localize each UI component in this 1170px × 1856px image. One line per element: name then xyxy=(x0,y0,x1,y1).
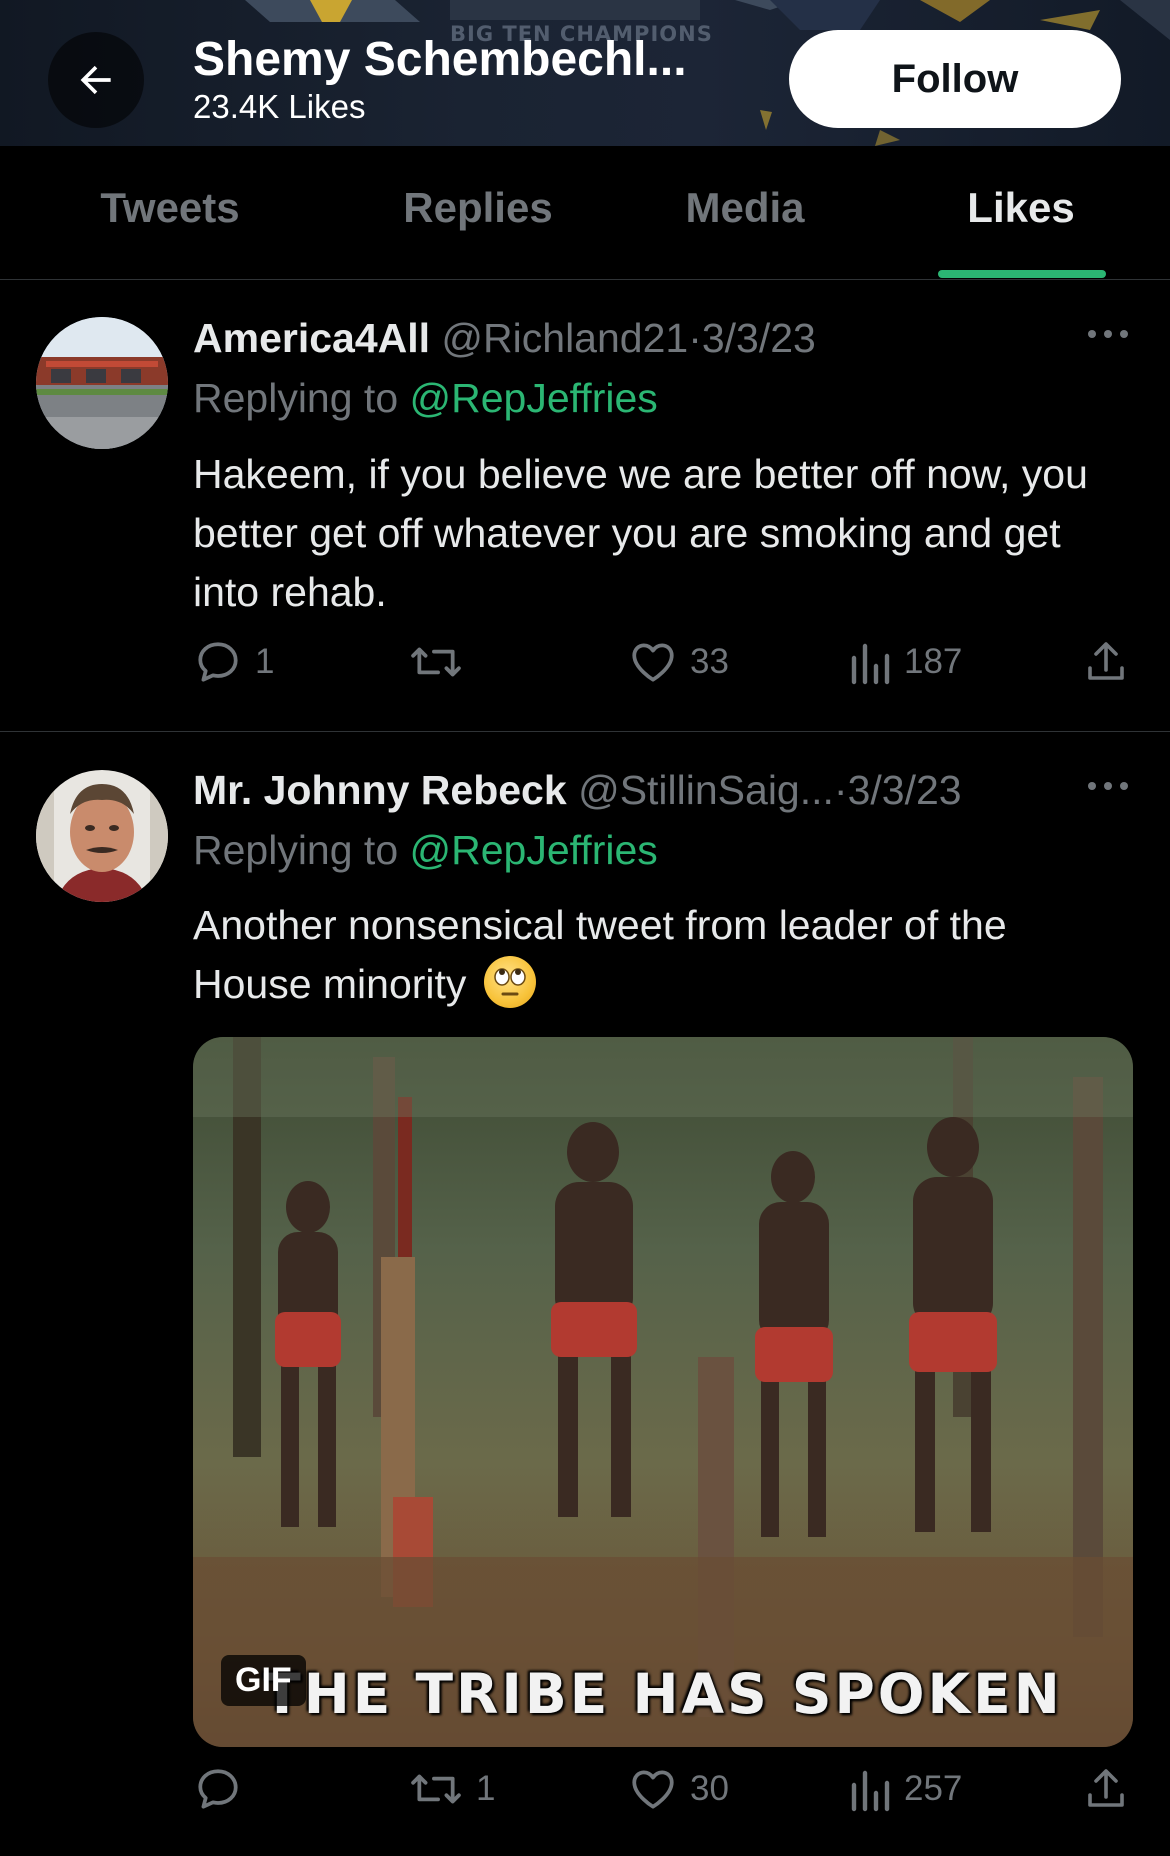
tab-likes[interactable]: Likes xyxy=(967,184,1074,232)
tweet[interactable]: Mr. Johnny Rebeck @StillinSaig...·3/3/23… xyxy=(0,732,1170,1856)
tweet-text: Hakeem, if you believe we are better off… xyxy=(193,451,1088,615)
back-button[interactable] xyxy=(48,32,144,128)
profile-header: BIG TEN CHAMPIONS Shemy Schembechl... 23… xyxy=(0,0,1170,146)
gif-caption: THE TRIBE HAS SPOKEN xyxy=(263,1662,1063,1726)
like-icon xyxy=(632,1770,674,1809)
tweet-header: America4All @Richland21·3/3/23 xyxy=(193,315,816,362)
more-icon[interactable] xyxy=(1086,776,1130,796)
share-button[interactable] xyxy=(1082,1764,1130,1814)
tab-media[interactable]: Media xyxy=(685,184,804,232)
share-button[interactable] xyxy=(1082,637,1130,687)
like-button[interactable]: 30 xyxy=(628,1764,729,1814)
reply-count: 1 xyxy=(255,642,275,681)
replying-to: Replying to @RepJeffries xyxy=(193,827,658,874)
likes-count: 23.4K Likes xyxy=(193,88,366,125)
retweet-count: 1 xyxy=(476,1769,496,1808)
author-handle[interactable]: @StillinSaig... xyxy=(578,767,834,813)
gif-media[interactable]: THE TRIBE HAS SPOKEN GIF xyxy=(193,1037,1133,1747)
more-icon[interactable] xyxy=(1086,324,1130,344)
reply-icon xyxy=(198,642,238,682)
reply-button[interactable] xyxy=(193,1764,255,1814)
mention-link[interactable]: @RepJeffries xyxy=(410,827,658,873)
follow-button[interactable]: Follow xyxy=(789,30,1121,128)
profile-tabs: Tweets Replies Media Likes xyxy=(0,146,1170,280)
replying-prefix: Replying to xyxy=(193,375,410,421)
tab-replies[interactable]: Replies xyxy=(403,184,552,232)
profile-name: Shemy Schembechl... xyxy=(193,33,687,86)
reply-icon xyxy=(198,1769,238,1809)
tweet-date: ·3/3/23 xyxy=(688,315,816,361)
author-name[interactable]: Mr. Johnny Rebeck xyxy=(193,767,567,813)
gif-badge: GIF xyxy=(221,1655,306,1706)
rolling-eyes-emoji-icon xyxy=(483,956,536,1008)
replying-prefix: Replying to xyxy=(193,827,410,873)
active-tab-indicator xyxy=(938,270,1106,278)
retweet-icon xyxy=(411,647,461,677)
share-icon xyxy=(1088,642,1124,680)
like-icon xyxy=(632,643,674,682)
tweet[interactable]: America4All @Richland21·3/3/23 Replying … xyxy=(0,280,1170,732)
like-count: 30 xyxy=(690,1769,729,1808)
views-count: 187 xyxy=(904,642,963,681)
like-count: 33 xyxy=(690,642,729,681)
views-icon xyxy=(851,1770,890,1812)
author-name[interactable]: America4All xyxy=(193,315,430,361)
retweet-button[interactable]: 1 xyxy=(408,1764,495,1814)
views-count: 257 xyxy=(904,1769,963,1808)
tweet-date: ·3/3/23 xyxy=(833,767,962,813)
tweet-text: Another nonsensical tweet from leader of… xyxy=(193,902,1007,1007)
retweet-icon xyxy=(411,1774,461,1804)
mention-link[interactable]: @RepJeffries xyxy=(410,375,658,421)
replying-to: Replying to @RepJeffries xyxy=(193,375,658,422)
tab-tweets[interactable]: Tweets xyxy=(100,184,239,232)
gif-image xyxy=(193,1037,1133,1747)
tweet-header: Mr. Johnny Rebeck @StillinSaig...·3/3/23 xyxy=(193,767,962,814)
like-button[interactable]: 33 xyxy=(628,637,729,687)
author-handle[interactable]: @Richland21 xyxy=(441,315,688,361)
views-button[interactable]: 257 xyxy=(848,1764,962,1814)
tweet-text-container: Another nonsensical tweet from leader of… xyxy=(193,896,1133,1014)
reply-button[interactable]: 1 xyxy=(193,637,274,687)
views-icon xyxy=(851,643,890,685)
avatar[interactable] xyxy=(36,770,168,902)
avatar-image xyxy=(36,317,168,449)
views-button[interactable]: 187 xyxy=(848,637,962,687)
retweet-button[interactable] xyxy=(408,637,476,687)
avatar[interactable] xyxy=(36,317,168,449)
arrow-left-icon xyxy=(80,65,111,95)
share-icon xyxy=(1088,1769,1124,1807)
tweet-actions: 1 30 257 xyxy=(0,1764,1170,1820)
avatar-image xyxy=(36,770,168,902)
tweet-actions: 1 33 187 xyxy=(0,637,1170,693)
